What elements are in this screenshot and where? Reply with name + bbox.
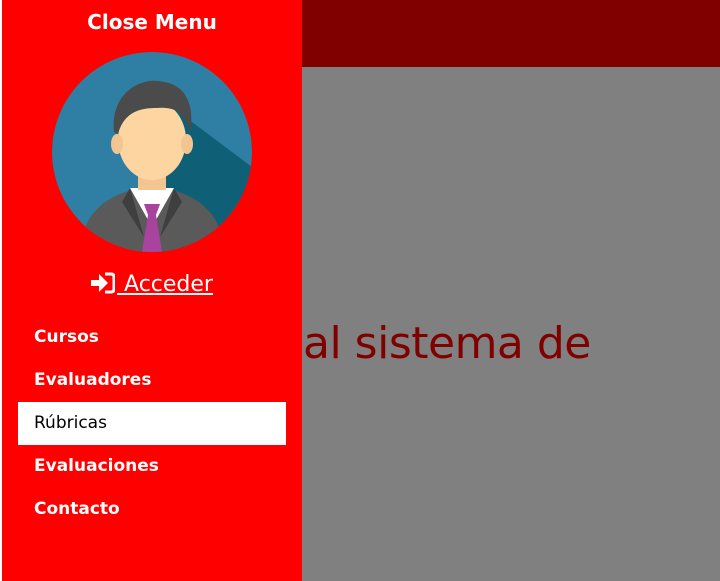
sidebar-item-evaluadores[interactable]: Evaluadores	[18, 359, 286, 402]
user-avatar	[52, 52, 252, 252]
side-menu: Close Menu Acceder Cursos Evaluadores Rú…	[0, 0, 302, 581]
sidebar-item-rubricas[interactable]: Rúbricas	[18, 402, 286, 445]
sidebar-item-evaluaciones[interactable]: Evaluaciones	[18, 445, 286, 488]
sign-in-icon	[91, 272, 116, 300]
sidebar-item-contacto[interactable]: Contacto	[18, 488, 286, 531]
login-link[interactable]: Acceder	[2, 272, 302, 300]
welcome-heading: al sistema de	[303, 318, 591, 369]
sidebar-item-cursos[interactable]: Cursos	[18, 316, 286, 359]
close-menu-button[interactable]: Close Menu	[2, 10, 302, 34]
sidebar-menu: Cursos Evaluadores Rúbricas Evaluaciones…	[18, 316, 286, 531]
